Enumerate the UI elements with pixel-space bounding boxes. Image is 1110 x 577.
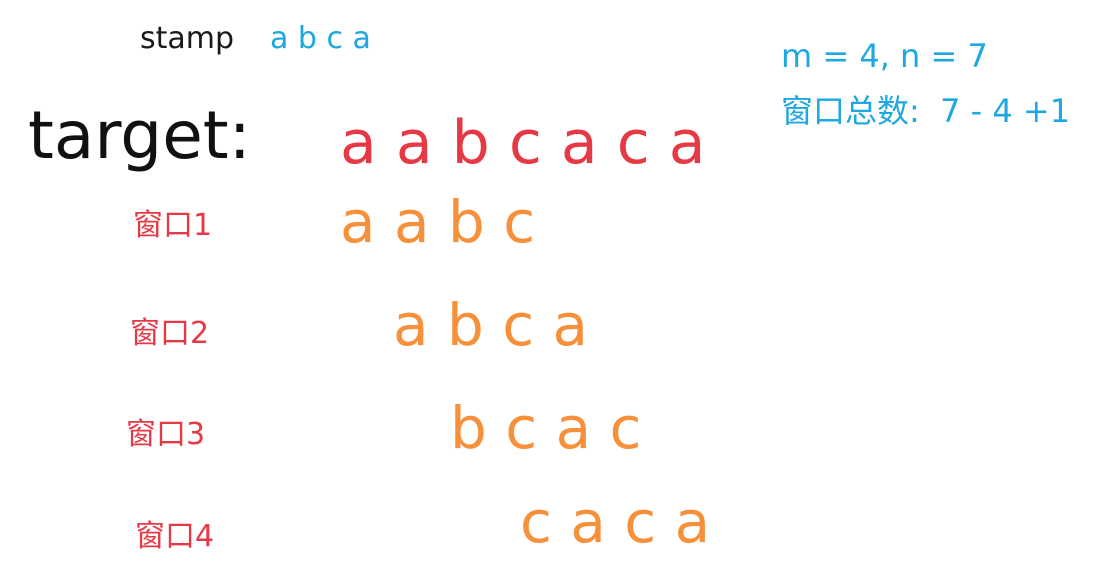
window-2-label: 窗口2	[130, 316, 210, 351]
target-value: a a b c a c a	[340, 108, 706, 178]
window-count-info: 窗口总数: 7 - 4 +1	[781, 92, 1071, 130]
size-info: m = 4, n = 7	[781, 37, 988, 75]
window-4-label: 窗口4	[135, 519, 215, 554]
window-4-value: c a c a	[520, 488, 711, 556]
window-1-value: a a b c	[340, 188, 536, 256]
target-label: target:	[28, 97, 251, 174]
stamp-label: stamp	[140, 21, 235, 56]
stamp-value: a b c a	[270, 21, 371, 56]
window-3-value: b c a c	[450, 394, 642, 462]
window-1-label: 窗口1	[133, 208, 213, 243]
window-2-value: a b c a	[393, 291, 589, 359]
window-3-label: 窗口3	[126, 417, 206, 452]
